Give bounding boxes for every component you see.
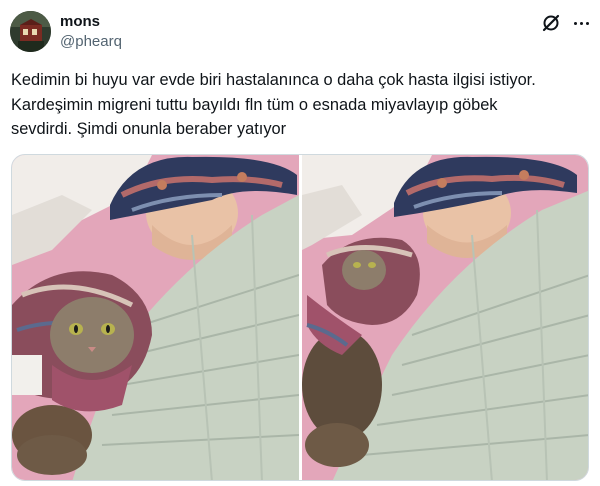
- tweet-text: Kedimin bi huyu var evde biri hastalanın…: [11, 71, 536, 138]
- more-options-icon[interactable]: [569, 12, 593, 34]
- profile-avatar[interactable]: [10, 11, 51, 52]
- grok-x-logo-icon[interactable]: [541, 13, 561, 33]
- author-handle[interactable]: @phearq: [60, 33, 122, 51]
- photo-2[interactable]: [302, 155, 588, 480]
- tweet-card: mons @phearq Kedimin bi huyu var evde bi…: [0, 0, 600, 486]
- media-grid: [11, 154, 589, 481]
- author-name[interactable]: mons: [60, 13, 100, 31]
- photo-1[interactable]: [12, 155, 299, 480]
